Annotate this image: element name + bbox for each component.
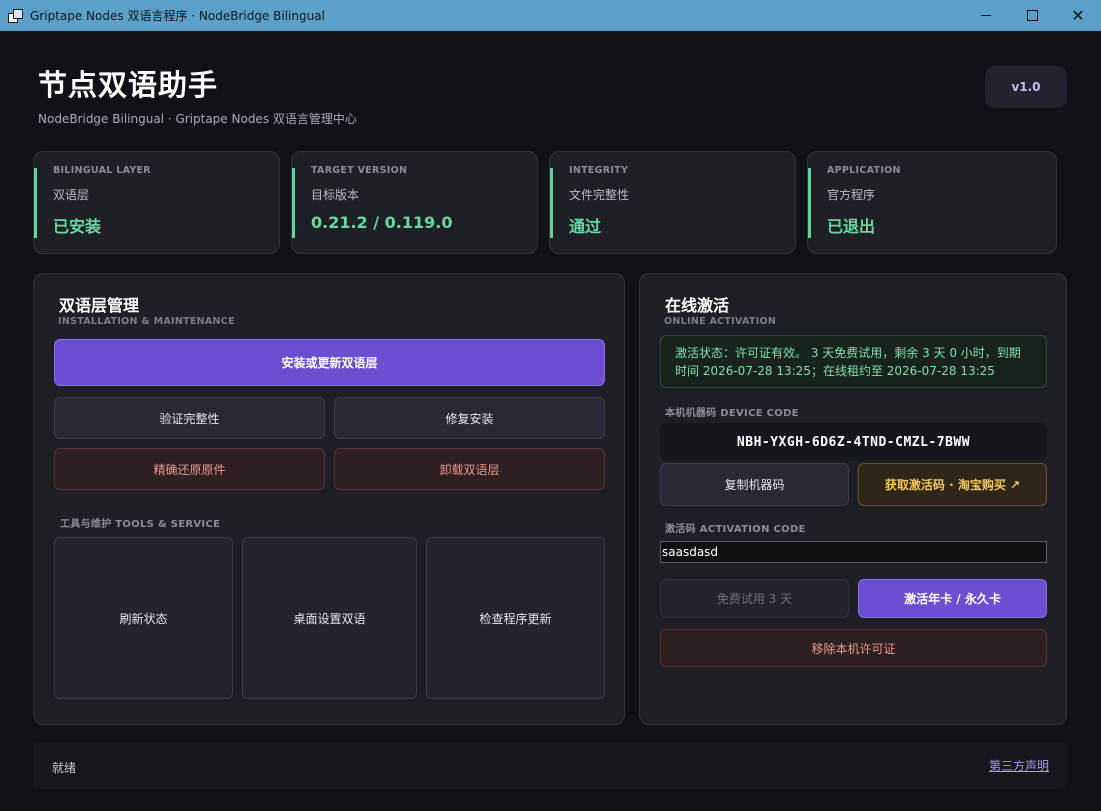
close-button[interactable]: ✕: [1055, 0, 1101, 31]
verify-button[interactable]: 验证完整性: [54, 397, 325, 439]
stat-accent-bar: [34, 168, 37, 238]
device-code-label: 本机机器码 DEVICE CODE: [665, 408, 799, 419]
maximize-button[interactable]: [1009, 0, 1055, 31]
stat-value: 0.21.2 / 0.119.0: [311, 213, 453, 232]
activation-subtitle: ONLINE ACTIVATION: [664, 316, 777, 327]
page-subtitle: NodeBridge Bilingual · Griptape Nodes 双语…: [38, 112, 357, 126]
remove-license-button[interactable]: 移除本机许可证: [660, 629, 1047, 667]
stat-card-application: APPLICATION 官方程序 已退出: [807, 151, 1057, 254]
stat-label-en: TARGET VERSION: [311, 165, 408, 176]
stat-card-target-version: TARGET VERSION 目标版本 0.21.2 / 0.119.0: [291, 151, 538, 254]
free-trial-button[interactable]: 免费试用 3 天: [660, 579, 849, 618]
version-badge: v1.0: [985, 66, 1067, 108]
activation-code-input[interactable]: [660, 541, 1047, 563]
activation-title: 在线激活: [665, 296, 730, 315]
window-titlebar: Griptape Nodes 双语言程序 · NodeBridge Biling…: [0, 0, 1101, 31]
stat-value: 已退出: [827, 217, 876, 236]
stat-value: 已安装: [53, 217, 102, 236]
manage-subtitle: INSTALLATION & MAINTENANCE: [58, 316, 235, 327]
stat-accent-bar: [292, 168, 295, 238]
buy-activation-code-button[interactable]: 获取激活码 · 淘宝购买 ↗: [858, 463, 1047, 506]
stat-label-en: INTEGRITY: [569, 165, 629, 176]
tools-label: 工具与维护 TOOLS & SERVICE: [60, 519, 221, 530]
stat-accent-bar: [550, 168, 553, 238]
stat-label-cn: 文件完整性: [569, 188, 630, 202]
check-update-button[interactable]: 检查程序更新: [426, 537, 605, 699]
stat-label-cn: 官方程序: [827, 188, 876, 202]
activate-button[interactable]: 激活年卡 / 永久卡: [858, 579, 1047, 618]
refresh-status-button[interactable]: 刷新状态: [54, 537, 233, 699]
activation-status-line2: 时间 2026-07-28 13:25；在线租约至 2026-07-28 13:…: [675, 364, 995, 378]
minimize-button[interactable]: [963, 0, 1009, 31]
copy-device-code-button[interactable]: 复制机器码: [660, 463, 849, 506]
app-icon: [8, 8, 23, 23]
stat-card-integrity: INTEGRITY 文件完整性 通过: [549, 151, 796, 254]
page-title: 节点双语助手: [38, 68, 219, 102]
stat-label-cn: 双语层: [53, 188, 90, 202]
status-text: 就绪: [52, 761, 77, 775]
repair-button[interactable]: 修复安装: [334, 397, 605, 439]
stat-label-cn: 目标版本: [311, 188, 360, 202]
activation-status-box: 激活状态：许可证有效。 3 天免费试用，剩余 3 天 0 小时，到期 时间 20…: [660, 335, 1047, 388]
restore-button[interactable]: 精确还原原件: [54, 448, 325, 490]
third-party-notice-link[interactable]: 第三方声明: [989, 757, 1049, 774]
uninstall-button[interactable]: 卸载双语层: [334, 448, 605, 490]
stat-value: 通过: [569, 217, 602, 236]
window-title: Griptape Nodes 双语言程序 · NodeBridge Biling…: [30, 9, 325, 23]
manage-title: 双语层管理: [59, 296, 140, 315]
activation-status-line1: 激活状态：许可证有效。 3 天免费试用，剩余 3 天 0 小时，到期: [675, 346, 1021, 360]
stat-accent-bar: [808, 168, 811, 238]
stat-label-en: BILINGUAL LAYER: [53, 165, 151, 176]
activation-code-label: 激活码 ACTIVATION CODE: [665, 524, 806, 535]
status-bar: 就绪 第三方声明: [33, 742, 1067, 789]
install-button[interactable]: 安装或更新双语层: [54, 339, 605, 386]
app-header: 节点双语助手 NodeBridge Bilingual · Griptape N…: [38, 62, 357, 127]
stat-card-bilingual-layer: BILINGUAL LAYER 双语层 已安装: [33, 151, 280, 254]
stat-label-en: APPLICATION: [827, 165, 901, 176]
desktop-bilingual-button[interactable]: 桌面设置双语: [242, 537, 417, 699]
device-code-display: NBH-YXGH-6D6Z-4TND-CMZL-7BWW: [660, 423, 1047, 461]
